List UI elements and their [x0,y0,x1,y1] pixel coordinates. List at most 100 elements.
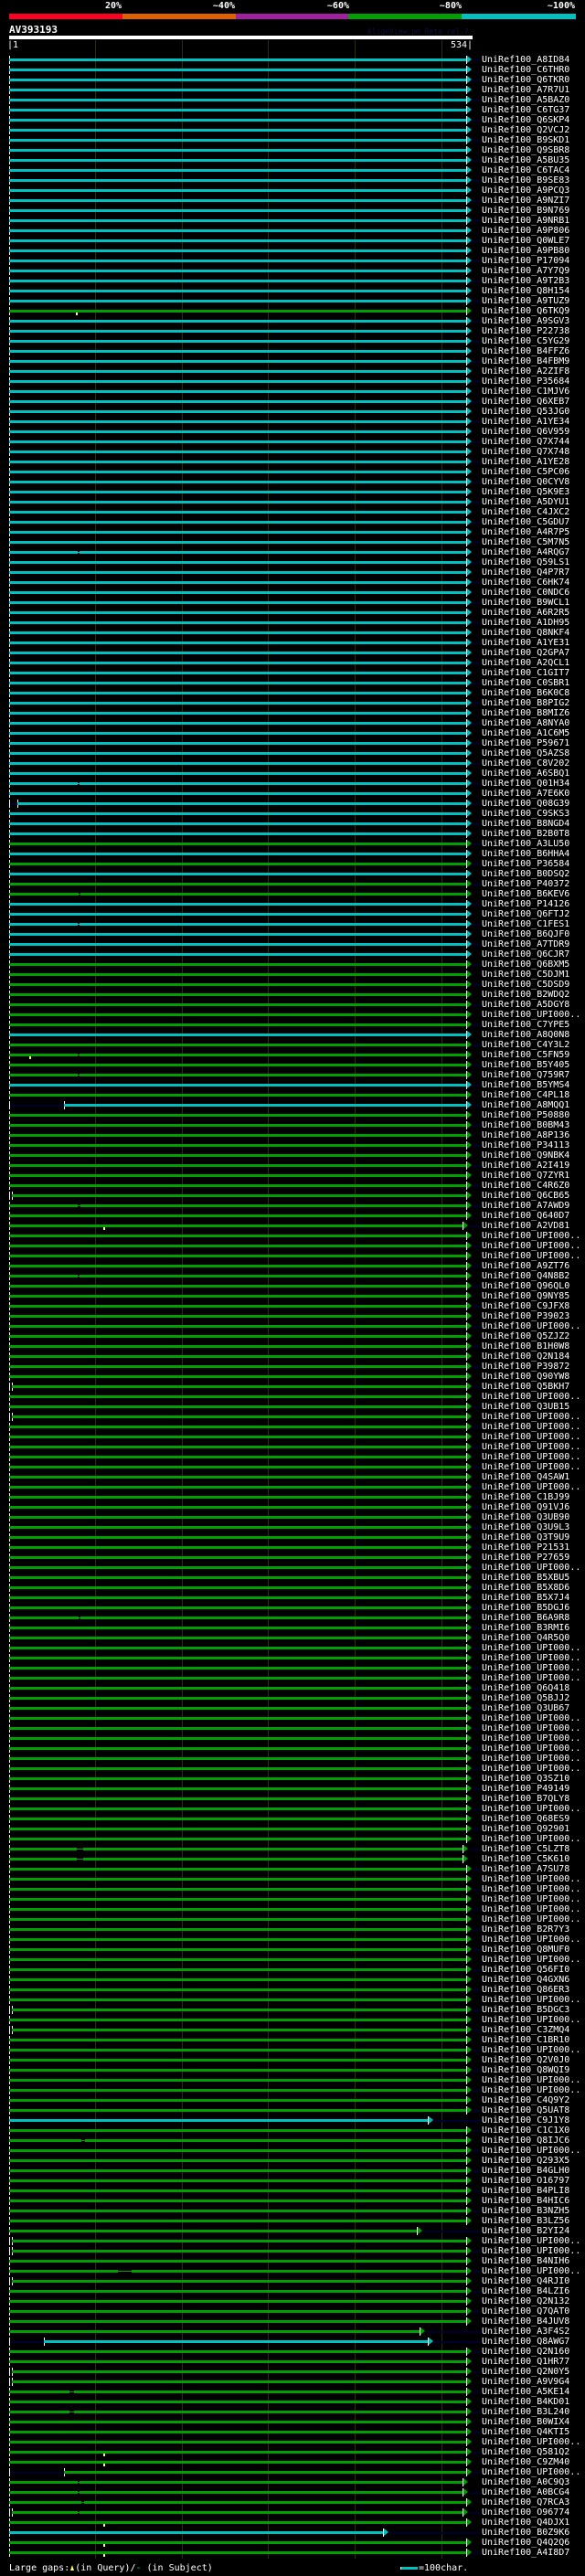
alignment-row[interactable]: UniRef100_Q2GPA7 [0,648,585,658]
subject-id-label[interactable]: UniRef100_Q53JG0 [482,407,569,417]
subject-id-label[interactable]: UniRef100_Q8MUF0 [482,1945,569,1955]
alignment-row[interactable]: UniRef100_UPI000.. [0,2085,585,2095]
subject-id-label[interactable]: UniRef100_Q2N0Y5 [482,2367,569,2377]
subject-id-label[interactable]: UniRef100_UPI000.. [482,1412,580,1422]
alignment-row[interactable]: UniRef100_Q8WQI9 [0,2065,585,2075]
subject-id-label[interactable]: UniRef100_UPI000.. [482,1874,580,1884]
subject-id-label[interactable]: UniRef100_Q86ER3 [482,1985,569,1995]
alignment-row[interactable]: UniRef100_P50880 [0,1110,585,1120]
alignment-row[interactable]: UniRef100_Q6Q418 [0,1683,585,1693]
subject-id-label[interactable]: UniRef100_B5XBU5 [482,1573,569,1583]
subject-id-label[interactable]: UniRef100_A9T2B3 [482,276,569,286]
subject-id-label[interactable]: UniRef100_UPI000.. [482,1392,580,1402]
subject-id-label[interactable]: UniRef100_UPI000.. [482,1442,580,1452]
alignment-row[interactable]: UniRef100_Q2N184 [0,1352,585,1362]
alignment-row[interactable]: UniRef100_C6HK74 [0,578,585,588]
alignment-row[interactable]: UniRef100_A4I8D7 [0,2548,585,2558]
subject-id-label[interactable]: UniRef100_Q8AWG7 [482,2337,569,2347]
subject-id-label[interactable]: UniRef100_UPI000.. [482,2437,580,2447]
subject-id-label[interactable]: UniRef100_A8ID84 [482,55,569,65]
alignment-row[interactable]: UniRef100_UPI000.. [0,2045,585,2055]
alignment-row[interactable]: UniRef100_UPI000.. [0,1442,585,1452]
subject-id-label[interactable]: UniRef100_Q7ZYR1 [482,1171,569,1181]
alignment-row[interactable]: UniRef100_C5LZT8 [0,1844,585,1854]
alignment-row[interactable]: UniRef100_B6K0C8 [0,688,585,698]
alignment-row[interactable]: UniRef100_C6THR0 [0,65,585,75]
subject-id-label[interactable]: UniRef100_Q5ZJZ2 [482,1331,569,1341]
subject-id-label[interactable]: UniRef100_B6QJF0 [482,929,569,939]
subject-id-label[interactable]: UniRef100_B4FFZ6 [482,346,569,356]
alignment-row[interactable]: UniRef100_A5DGY8 [0,1000,585,1010]
alignment-row[interactable]: UniRef100_C9JFX8 [0,1301,585,1311]
subject-id-label[interactable]: UniRef100_UPI000.. [482,1452,580,1462]
alignment-row[interactable]: UniRef100_Q8NKF4 [0,628,585,638]
alignment-row[interactable]: UniRef100_A9P806 [0,226,585,236]
alignment-row[interactable]: UniRef100_B4PLI8 [0,2186,585,2196]
alignment-row[interactable]: UniRef100_P49149 [0,1784,585,1794]
alignment-row[interactable]: UniRef100_UPI000.. [0,1713,585,1723]
alignment-row[interactable]: UniRef100_UPI000.. [0,2246,585,2256]
alignment-row[interactable]: UniRef100_C1C1X0 [0,2125,585,2136]
subject-id-label[interactable]: UniRef100_B4HIC6 [482,2196,569,2206]
subject-id-label[interactable]: UniRef100_UPI000.. [482,2467,580,2477]
subject-id-label[interactable]: UniRef100_B9N769 [482,206,569,216]
subject-id-label[interactable]: UniRef100_B4GLH0 [482,2166,569,2176]
alignment-row[interactable]: UniRef100_C3ZMQ4 [0,2025,585,2035]
subject-id-label[interactable]: UniRef100_A9V9G4 [482,2377,569,2387]
subject-id-label[interactable]: UniRef100_B5DGJ6 [482,1603,569,1613]
subject-id-label[interactable]: UniRef100_B3RMI6 [482,1623,569,1633]
alignment-row[interactable]: UniRef100_Q8MUF0 [0,1945,585,1955]
alignment-row[interactable]: UniRef100_O16797 [0,2176,585,2186]
alignment-row[interactable]: UniRef100_Q3U9L3 [0,1522,585,1532]
subject-id-label[interactable]: UniRef100_Q6V959 [482,427,569,437]
alignment-row[interactable]: UniRef100_Q2N132 [0,2296,585,2306]
alignment-row[interactable]: UniRef100_Q86ER3 [0,1985,585,1995]
alignment-row[interactable]: UniRef100_Q90YW8 [0,1372,585,1382]
alignment-row[interactable]: UniRef100_C0NDC6 [0,588,585,598]
subject-id-label[interactable]: UniRef100_Q3U9L3 [482,1522,569,1532]
alignment-row[interactable]: UniRef100_A4RQG7 [0,547,585,557]
alignment-row[interactable]: UniRef100_P59671 [0,738,585,748]
subject-id-label[interactable]: UniRef100_C4PL18 [482,1090,569,1100]
subject-id-label[interactable]: UniRef100_Q4RJI0 [482,2276,569,2286]
alignment-row[interactable]: UniRef100_Q1HR77 [0,2357,585,2367]
subject-id-label[interactable]: UniRef100_C5LZT8 [482,1844,569,1854]
alignment-row[interactable]: UniRef100_Q293X5 [0,2156,585,2166]
subject-id-label[interactable]: UniRef100_C5FN59 [482,1050,569,1060]
alignment-row[interactable]: UniRef100_Q4R5Q0 [0,1633,585,1643]
alignment-row[interactable]: UniRef100_A1YE28 [0,457,585,467]
subject-id-label[interactable]: UniRef100_C9SKS3 [482,809,569,819]
subject-id-label[interactable]: UniRef100_Q1HR77 [482,2357,569,2367]
alignment-row[interactable]: UniRef100_UPI000.. [0,1754,585,1764]
subject-id-label[interactable]: UniRef100_Q8WQI9 [482,2065,569,2075]
alignment-row[interactable]: UniRef100_Q4N8B2 [0,1271,585,1281]
subject-id-label[interactable]: UniRef100_P49149 [482,1784,569,1794]
subject-id-label[interactable]: UniRef100_Q4DJX1 [482,2518,569,2528]
alignment-row[interactable]: UniRef100_Q7RCA3 [0,2497,585,2507]
subject-id-label[interactable]: UniRef100_UPI000.. [482,1804,580,1814]
alignment-row[interactable]: UniRef100_C9ZM40 [0,2457,585,2467]
subject-id-label[interactable]: UniRef100_Q3SZ10 [482,1774,569,1784]
subject-id-label[interactable]: UniRef100_B3LZ56 [482,2216,569,2226]
subject-id-label[interactable]: UniRef100_B9WCL1 [482,598,569,608]
alignment-row[interactable]: UniRef100_Q3UB90 [0,1512,585,1522]
alignment-row[interactable]: UniRef100_C4JXC2 [0,507,585,517]
subject-id-label[interactable]: UniRef100_A9ZT76 [482,1261,569,1271]
alignment-row[interactable]: UniRef100_A5BAZ0 [0,95,585,105]
alignment-row[interactable]: UniRef100_Q5ZJZ2 [0,1331,585,1341]
subject-id-label[interactable]: UniRef100_UPI000.. [482,1744,580,1754]
alignment-row[interactable]: UniRef100_P21531 [0,1542,585,1553]
alignment-row[interactable]: UniRef100_UPI000.. [0,1733,585,1744]
subject-id-label[interactable]: UniRef100_C5K610 [482,1854,569,1864]
subject-id-label[interactable]: UniRef100_Q9NBK4 [482,1150,569,1161]
alignment-row[interactable]: UniRef100_Q4Q2Q6 [0,2538,585,2548]
alignment-row[interactable]: UniRef100_P35684 [0,376,585,387]
alignment-row[interactable]: UniRef100_Q3UB15 [0,1402,585,1412]
alignment-row[interactable]: UniRef100_A1DH95 [0,618,585,628]
subject-id-label[interactable]: UniRef100_A7R7U1 [482,85,569,95]
alignment-row[interactable]: UniRef100_B4FBM9 [0,356,585,366]
alignment-row[interactable]: UniRef100_Q4GXN6 [0,1975,585,1985]
subject-id-label[interactable]: UniRef100_UPI000.. [482,1733,580,1744]
alignment-row[interactable]: UniRef100_B6HHA4 [0,849,585,859]
alignment-row[interactable]: UniRef100_UPI000.. [0,1643,585,1653]
